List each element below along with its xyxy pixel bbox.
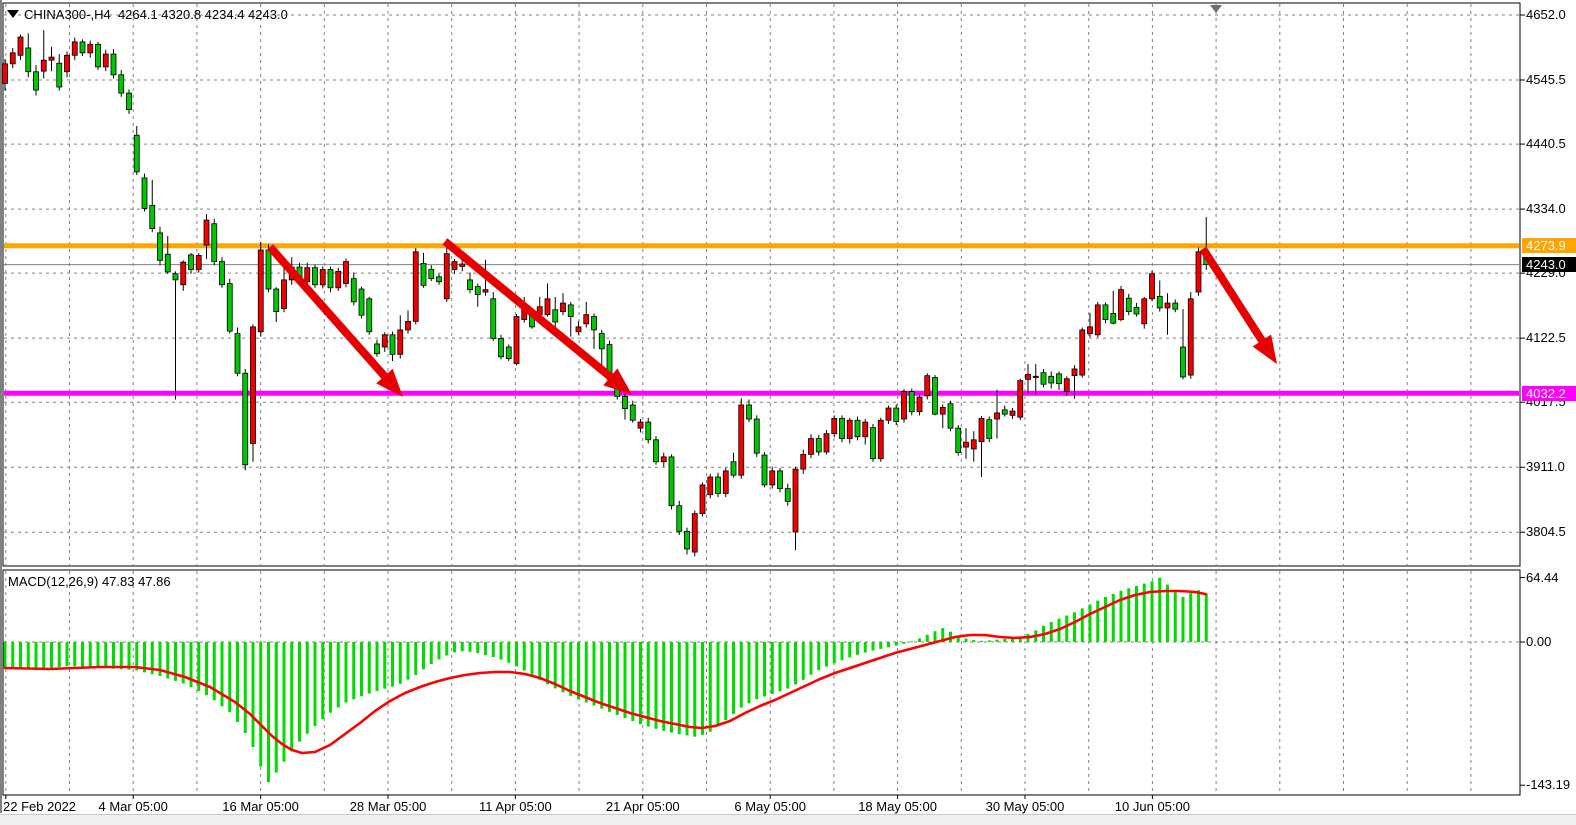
price-axis-label: 3804.5 [1526, 524, 1566, 540]
time-axis-label: 6 May 05:00 [734, 799, 806, 815]
time-axis-label: 16 Mar 05:00 [222, 799, 299, 815]
trading-chart-window: CHINA300-,H4 4264.1 4320.8 4234.4 4243.0… [0, 0, 1576, 825]
time-axis-label: 28 Mar 05:00 [350, 799, 427, 815]
time-axis-label: 11 Apr 05:00 [479, 799, 552, 815]
chart-symbol-timeframe: CHINA300-,H4 [24, 7, 111, 22]
time-axis-label: 22 Feb 2022 [3, 799, 76, 815]
chart-title: CHINA300-,H4 4264.1 4320.8 4234.4 4243.0 [24, 7, 288, 22]
time-axis-label: 21 Apr 05:00 [606, 799, 680, 815]
chart-shift-marker-icon[interactable] [1210, 5, 1222, 13]
chart-ohlc-values: 4264.1 4320.8 4234.4 4243.0 [118, 7, 288, 22]
time-axis-label: 10 Jun 05:00 [1115, 799, 1190, 815]
chart-canvas[interactable] [0, 0, 1576, 825]
window-bottom-strip [0, 814, 1576, 825]
time-axis-label: 30 May 05:00 [986, 799, 1065, 815]
price-axis-label: 4545.5 [1526, 72, 1566, 88]
price-badge-4032.2: 4032.2 [1522, 386, 1576, 401]
price-axis-label: 4440.5 [1526, 136, 1566, 152]
time-axis-label: 4 Mar 05:00 [99, 799, 168, 815]
macd-label: MACD(12,26,9) [8, 574, 98, 589]
price-axis-label: 3911.0 [1526, 459, 1565, 475]
time-axis-label: 18 May 05:00 [858, 799, 937, 815]
title-spacer [111, 7, 118, 22]
price-axis-label: 4652.0 [1526, 7, 1566, 23]
price-badge-4243.0: 4243.0 [1522, 257, 1576, 272]
price-badge-4273.9: 4273.9 [1522, 238, 1576, 253]
macd-values: 47.83 47.86 [102, 574, 171, 589]
price-axis-label: 4334.0 [1526, 201, 1566, 217]
symbol-dropdown-icon[interactable] [7, 10, 19, 18]
macd-indicator-label: MACD(12,26,9) 47.83 47.86 [8, 574, 171, 589]
price-axis-label: 4122.5 [1526, 330, 1566, 346]
macd-axis-label: 0.00 [1526, 634, 1551, 650]
macd-axis-label: -143.19 [1526, 777, 1570, 793]
macd-axis-label: 64.44 [1526, 570, 1559, 586]
